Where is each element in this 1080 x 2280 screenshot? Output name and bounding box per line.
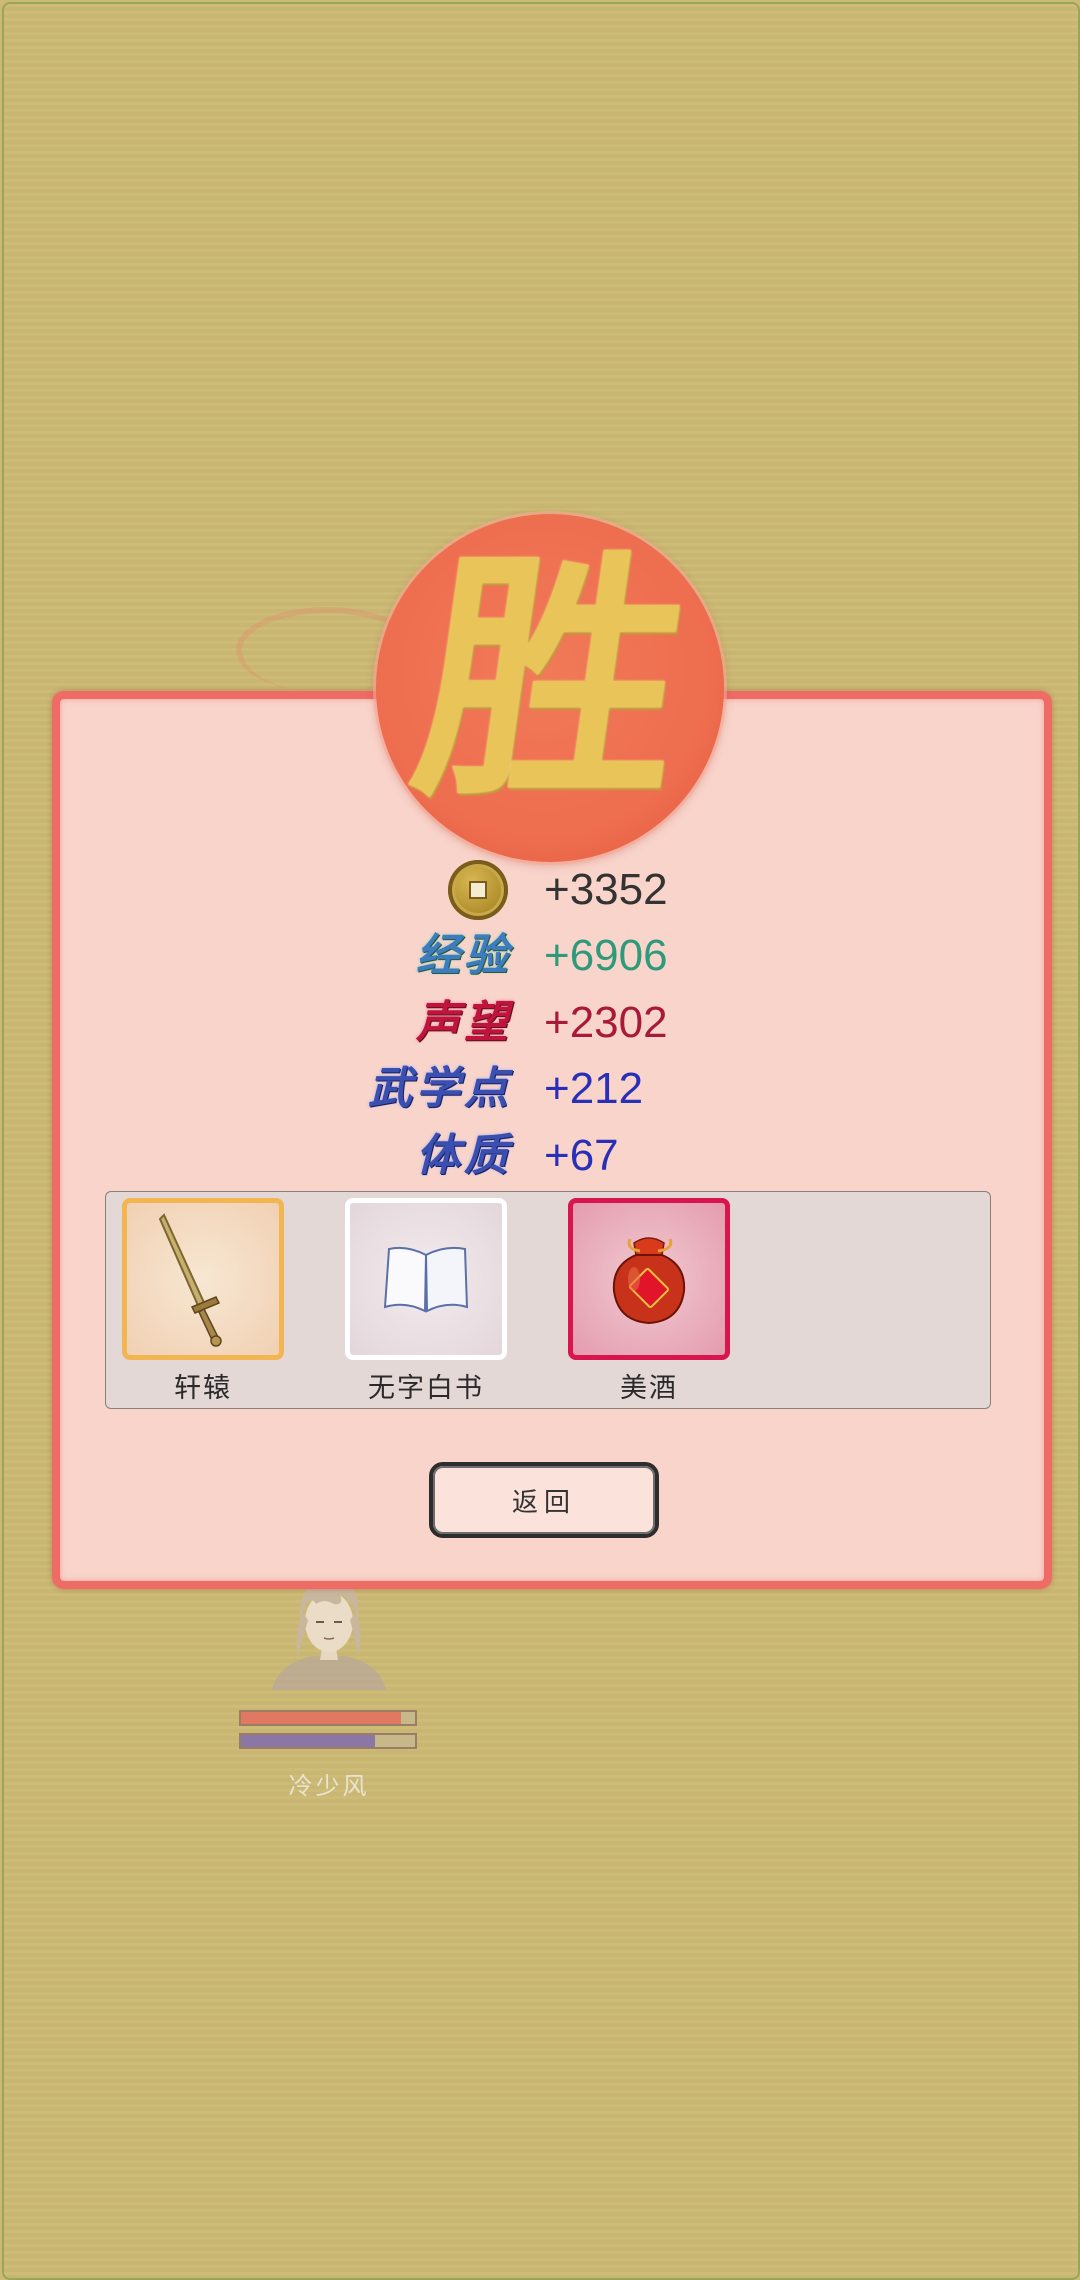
book-icon xyxy=(383,1246,469,1313)
victory-medallion: 胜 xyxy=(376,514,724,862)
reward-experience-label: 经验 xyxy=(416,930,512,981)
reward-row-reputation: 声望 +2302 xyxy=(4,993,1080,1053)
sword-icon xyxy=(158,1213,222,1347)
item-name: 轩辕 xyxy=(174,1373,232,1404)
mana-bar xyxy=(239,1733,417,1749)
item-slot-blank-book[interactable]: 无字白书 xyxy=(345,1198,507,1405)
reward-constitution-value: +67 xyxy=(544,1131,619,1180)
reward-experience-value: +6906 xyxy=(544,931,668,980)
game-screen: 冷少风 胜 +3352 经验 +6906 声望 +2302 武学点 +212 体… xyxy=(2,2,1080,2280)
reward-constitution-label: 体质 xyxy=(416,1130,512,1181)
character-card: 冷少风 xyxy=(234,1576,424,1800)
reward-row-experience: 经验 +6906 xyxy=(4,926,1080,986)
wine-jar-icon xyxy=(612,1237,686,1325)
reward-reputation-value: +2302 xyxy=(544,998,668,1047)
reward-row-constitution: 体质 +67 xyxy=(4,1126,1080,1186)
reward-martial-points-label: 武学点 xyxy=(368,1063,512,1114)
reward-row-coins: +3352 xyxy=(4,860,1080,920)
reward-reputation-label: 声望 xyxy=(416,997,512,1048)
reward-row-martial-points: 武学点 +212 xyxy=(4,1059,1080,1119)
item-slot-fine-wine[interactable]: 美酒 xyxy=(568,1198,730,1405)
item-name: 美酒 xyxy=(620,1373,678,1404)
reward-coins-value: +3352 xyxy=(544,865,668,914)
return-button[interactable]: 返回 xyxy=(429,1462,659,1538)
item-slot-xuanyuan[interactable]: 轩辕 xyxy=(122,1198,284,1405)
reward-martial-points-value: +212 xyxy=(544,1064,644,1113)
victory-badge-text: 胜 xyxy=(399,527,703,832)
character-name: 冷少风 xyxy=(288,1772,370,1800)
character-portrait xyxy=(272,1580,386,1690)
item-name: 无字白书 xyxy=(368,1373,484,1404)
item-drop-tray: 轩辕 无字白书 美酒 xyxy=(105,1191,991,1409)
health-bar xyxy=(239,1710,417,1726)
